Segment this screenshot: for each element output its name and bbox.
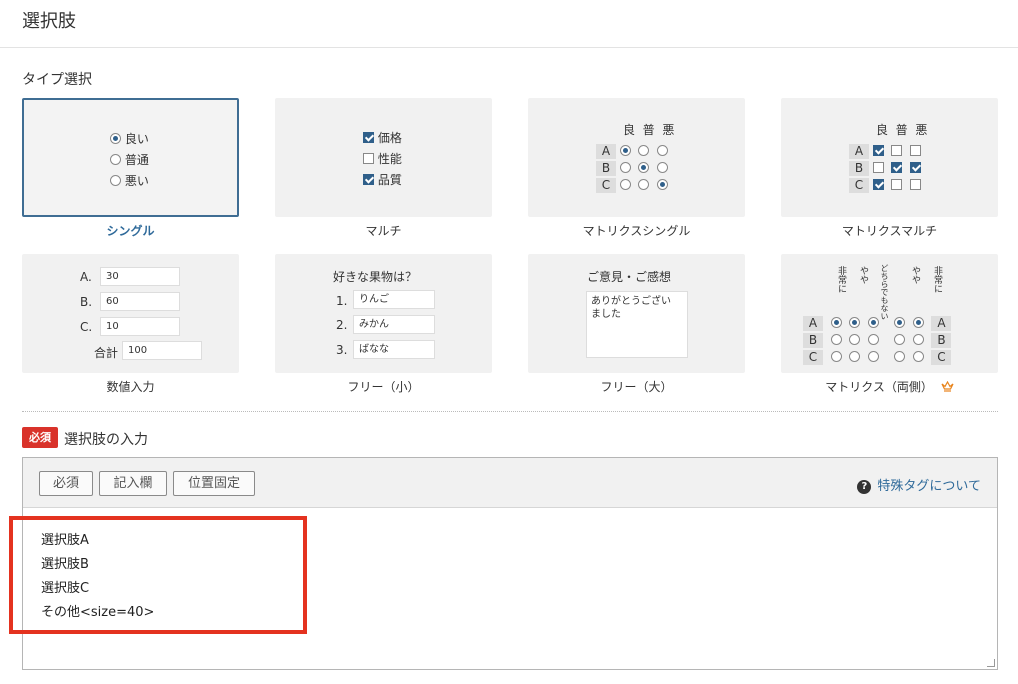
card-free-large[interactable]: ご意見・ご感想 ありがとうござい ました bbox=[528, 254, 745, 373]
card-free-small[interactable]: 好きな果物は？ 1. りんご 2. みかん 3. ばなな bbox=[275, 254, 492, 373]
numeric-value: 10 bbox=[100, 317, 180, 336]
card-multi[interactable]: 価格 性能 品質 bbox=[275, 98, 492, 217]
card-free-large-label[interactable]: フリー（大） bbox=[528, 378, 745, 395]
card-matrix-single[interactable]: 良 普 悪 A B C bbox=[528, 98, 745, 217]
radio-icon bbox=[110, 154, 121, 165]
radio-icon bbox=[110, 175, 121, 186]
option-row: 良い bbox=[110, 130, 149, 147]
card-numeric-label[interactable]: 数値入力 bbox=[22, 378, 239, 395]
row-number: 3. bbox=[336, 343, 348, 357]
free-textarea: ありがとうござい ました bbox=[586, 291, 688, 358]
matrix-row: B bbox=[849, 161, 922, 176]
row-number: 2. bbox=[336, 318, 348, 332]
option-row: 悪い bbox=[110, 172, 149, 189]
radio-icon bbox=[657, 145, 669, 156]
checkbox-icon bbox=[872, 162, 884, 173]
card-free-small-label[interactable]: フリー（小） bbox=[275, 378, 492, 395]
card-multi-label[interactable]: マルチ bbox=[275, 222, 492, 239]
numeric-total-label: 合計 bbox=[94, 346, 119, 360]
radio-icon bbox=[638, 179, 650, 190]
scale-header: やや bbox=[858, 266, 868, 284]
checkbox-icon bbox=[363, 174, 374, 185]
matrix-row: C bbox=[849, 178, 922, 193]
scale-header: やや bbox=[910, 266, 920, 284]
matrix-header: 良 普 悪 bbox=[876, 123, 928, 137]
numeric-key: C. bbox=[80, 320, 93, 334]
option-row: 価格 bbox=[363, 129, 402, 146]
radio-icon bbox=[619, 145, 631, 156]
card-matrix-multi[interactable]: 良 普 悪 A B C bbox=[781, 98, 998, 217]
highlight-box bbox=[9, 516, 307, 634]
checkbox-icon bbox=[363, 132, 374, 143]
card-numeric[interactable]: A. 30 B. 60 C. 10 合計 100 bbox=[22, 254, 239, 373]
free-answer: ばなな bbox=[353, 340, 435, 359]
numeric-value: 30 bbox=[100, 267, 180, 286]
crown-icon bbox=[941, 380, 954, 395]
free-answer: りんご bbox=[353, 290, 435, 309]
checkbox-icon bbox=[891, 179, 903, 190]
required-badge: 必須 bbox=[22, 427, 58, 448]
card-matrix-multi-label[interactable]: マトリクスマルチ bbox=[781, 222, 998, 239]
radio-icon bbox=[657, 162, 669, 173]
card-single[interactable]: 良い 普通 悪い bbox=[22, 98, 239, 217]
row-number: 1. bbox=[336, 294, 348, 308]
scale-header: どちらでもない bbox=[880, 264, 889, 320]
matrix-row: B B bbox=[803, 333, 952, 348]
checkbox-icon bbox=[891, 162, 903, 173]
card-matrix-both[interactable]: 非常に やや どちらでもない やや 非常に A A B B C C bbox=[781, 254, 998, 373]
radio-icon bbox=[619, 162, 631, 173]
checkbox-icon bbox=[363, 153, 374, 164]
entry-field-button[interactable]: 記入欄 bbox=[99, 471, 167, 496]
scale-header: 非常に bbox=[932, 266, 942, 293]
checkbox-icon bbox=[910, 145, 922, 156]
required-tag-button[interactable]: 必須 bbox=[39, 471, 93, 496]
matrix-row: A bbox=[849, 144, 922, 159]
matrix-row: B bbox=[596, 161, 669, 176]
radio-icon bbox=[110, 133, 121, 144]
matrix-row: C bbox=[596, 178, 669, 193]
card-matrix-single-label[interactable]: マトリクスシングル bbox=[528, 222, 745, 239]
radio-icon bbox=[657, 179, 669, 190]
checkbox-icon bbox=[910, 179, 922, 190]
page-title: 選択肢 bbox=[22, 11, 76, 32]
free-answer: みかん bbox=[353, 315, 435, 334]
special-tags-help-link[interactable]: ? 特殊タグについて bbox=[857, 475, 981, 494]
checkbox-icon bbox=[872, 179, 884, 190]
question-text: ご意見・ご感想 bbox=[587, 270, 672, 284]
question-text: 好きな果物は？ bbox=[333, 270, 418, 284]
numeric-key: B. bbox=[80, 295, 93, 309]
checkbox-icon bbox=[910, 162, 922, 173]
checkbox-icon bbox=[891, 145, 903, 156]
option-row: 普通 bbox=[110, 151, 149, 168]
matrix-row: A bbox=[596, 144, 669, 159]
matrix-row: C C bbox=[803, 350, 952, 365]
checkbox-icon bbox=[872, 145, 884, 156]
type-select-label: タイプ選択 bbox=[22, 72, 92, 88]
page-header: 選択肢 bbox=[0, 0, 1018, 48]
option-row: 品質 bbox=[363, 171, 402, 188]
fixed-position-button[interactable]: 位置固定 bbox=[173, 471, 255, 496]
section-divider bbox=[22, 411, 998, 412]
radio-icon bbox=[638, 162, 650, 173]
option-row: 性能 bbox=[363, 150, 402, 167]
choices-input-label: 選択肢の入力 bbox=[64, 432, 148, 448]
numeric-key: A. bbox=[80, 270, 92, 284]
matrix-header: 良 普 悪 bbox=[623, 123, 675, 137]
radio-icon bbox=[638, 145, 650, 156]
card-matrix-both-label[interactable]: マトリクス（両側） bbox=[781, 378, 998, 395]
card-single-label[interactable]: シングル bbox=[22, 222, 239, 239]
matrix-row: A A bbox=[803, 316, 952, 331]
question-icon: ? bbox=[857, 480, 872, 494]
resize-handle[interactable] bbox=[987, 659, 995, 667]
editor-toolbar: 必須 記入欄 位置固定 ? 特殊タグについて bbox=[23, 458, 997, 508]
numeric-total-value: 100 bbox=[122, 341, 202, 360]
scale-header: 非常に bbox=[836, 266, 846, 293]
numeric-value: 60 bbox=[100, 292, 180, 311]
radio-icon bbox=[619, 179, 631, 190]
